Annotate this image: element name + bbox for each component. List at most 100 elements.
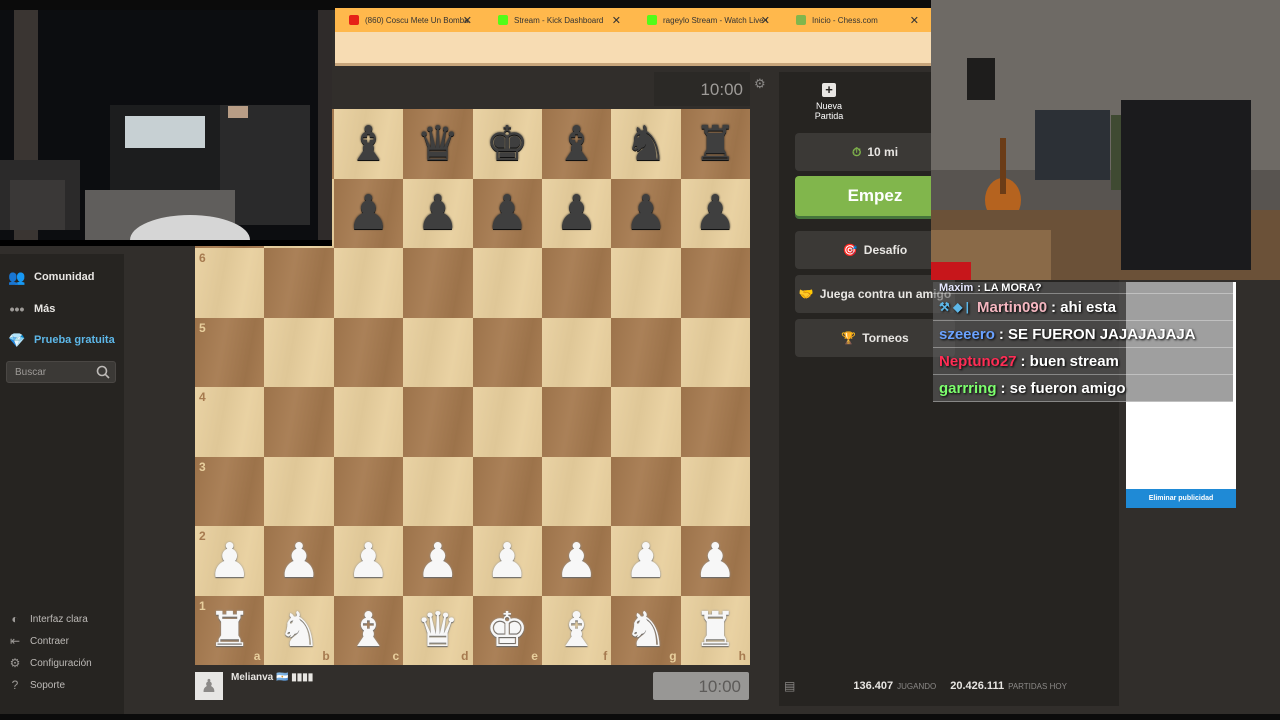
board-square[interactable] — [680, 248, 750, 318]
board-square[interactable] — [264, 387, 334, 457]
board-square[interactable] — [680, 387, 750, 457]
board-square[interactable] — [264, 317, 334, 387]
board-square[interactable]: ♟ — [472, 526, 542, 596]
black-pawn-icon[interactable]: ♟ — [555, 189, 598, 237]
white-rook-icon[interactable]: ♜ — [694, 606, 737, 654]
board-square[interactable]: 6 — [195, 248, 265, 318]
board-square[interactable]: d ♛ — [403, 595, 473, 665]
close-tab-icon[interactable]: ✕ — [463, 14, 472, 27]
board-square[interactable]: ♟ — [333, 526, 404, 596]
white-bishop-icon[interactable]: ♝ — [555, 606, 598, 654]
board-square[interactable] — [403, 248, 473, 318]
board-square[interactable]: ♟ — [541, 526, 612, 596]
white-pawn-icon[interactable]: ♟ — [416, 537, 459, 585]
board-square[interactable]: ♟ — [611, 526, 681, 596]
board-square[interactable]: b ♞ — [264, 595, 334, 665]
board-square[interactable] — [264, 248, 334, 318]
black-pawn-icon[interactable]: ♟ — [624, 189, 667, 237]
light-theme-button[interactable]: ◐ Interfaz clara — [8, 612, 87, 626]
board-square[interactable]: c ♝ — [333, 595, 404, 665]
board-square[interactable] — [403, 317, 473, 387]
black-pawn-icon[interactable]: ♟ — [416, 189, 459, 237]
board-square[interactable]: 4 — [195, 387, 265, 457]
board-square[interactable]: ♜ — [680, 109, 750, 179]
black-queen-icon[interactable]: ♛ — [416, 120, 459, 168]
chat-username[interactable]: Maxim — [939, 282, 973, 293]
board-square[interactable]: ♝ — [333, 109, 404, 179]
browser-tab[interactable]: Inicio - Chess.com ✕ — [782, 8, 931, 32]
chat-username[interactable]: Neptuno27 — [939, 353, 1017, 370]
board-square[interactable] — [611, 456, 681, 526]
board-square[interactable]: ♚ — [472, 109, 542, 179]
board-square[interactable]: 1 a ♜ — [195, 595, 265, 665]
sidebar-item-more[interactable]: ••• Más — [8, 300, 56, 318]
tournaments-button[interactable]: 🏆 Torneos — [795, 319, 955, 357]
board-square[interactable]: 5 — [195, 317, 265, 387]
board-square[interactable] — [333, 387, 404, 457]
board-square[interactable]: ♛ — [403, 109, 473, 179]
search-input[interactable]: Buscar — [6, 361, 116, 383]
board-square[interactable]: ♟ — [403, 526, 473, 596]
black-bishop-icon[interactable]: ♝ — [347, 120, 390, 168]
board-square[interactable]: f ♝ — [541, 595, 612, 665]
black-pawn-icon[interactable]: ♟ — [347, 189, 390, 237]
chat-icon[interactable]: ▤ — [784, 679, 795, 693]
support-button[interactable]: ? Soporte — [8, 678, 65, 692]
board-square[interactable] — [611, 387, 681, 457]
board-square[interactable]: g ♞ — [611, 595, 681, 665]
board-square[interactable]: ♟ — [680, 178, 750, 248]
board-square[interactable]: ♟ — [472, 178, 542, 248]
chat-username[interactable]: Martin090 — [977, 299, 1047, 316]
board-settings-icon[interactable]: ⚙ — [754, 76, 766, 92]
board-square[interactable]: ♝ — [541, 109, 612, 179]
board-square[interactable] — [264, 456, 334, 526]
board-square[interactable] — [472, 248, 542, 318]
avatar[interactable]: ♟ — [195, 672, 223, 700]
play-friend-button[interactable]: 🤝 Juega contra un amigo — [795, 275, 955, 313]
black-knight-icon[interactable]: ♞ — [624, 120, 667, 168]
board-square[interactable] — [403, 456, 473, 526]
player-name[interactable]: Melianva 🇦🇷 ▮▮▮▮ — [231, 672, 313, 683]
board-square[interactable]: ♟ — [403, 178, 473, 248]
black-rook-icon[interactable]: ♜ — [694, 120, 737, 168]
board-square[interactable]: ♞ — [611, 109, 681, 179]
white-pawn-icon[interactable]: ♟ — [347, 537, 390, 585]
black-king-icon[interactable]: ♚ — [486, 120, 529, 168]
close-tab-icon[interactable]: ✕ — [612, 14, 621, 27]
board-square[interactable]: e ♚ — [472, 595, 542, 665]
board-square[interactable] — [541, 456, 612, 526]
white-knight-icon[interactable]: ♞ — [624, 606, 667, 654]
white-pawn-icon[interactable]: ♟ — [278, 537, 321, 585]
board-square[interactable] — [472, 317, 542, 387]
white-king-icon[interactable]: ♚ — [486, 606, 529, 654]
browser-tab[interactable]: Stream - Kick Dashboard ✕ — [484, 8, 633, 32]
sidebar-item-community[interactable]: 👥 Comunidad — [8, 268, 94, 286]
collapse-button[interactable]: ⇤ Contraer — [8, 634, 69, 648]
white-pawn-icon[interactable]: ♟ — [555, 537, 598, 585]
white-pawn-icon[interactable]: ♟ — [694, 537, 737, 585]
chat-username[interactable]: garrring — [939, 380, 997, 397]
black-pawn-icon[interactable]: ♟ — [486, 189, 529, 237]
browser-tab[interactable]: rageylo Stream - Watch Live on Kick✕ — [633, 8, 782, 32]
white-bishop-icon[interactable]: ♝ — [347, 606, 390, 654]
board-square[interactable]: ♟ — [264, 526, 334, 596]
board-square[interactable] — [611, 248, 681, 318]
white-queen-icon[interactable]: ♛ — [416, 606, 459, 654]
board-square[interactable] — [541, 248, 612, 318]
board-square[interactable]: ♟ — [541, 178, 612, 248]
board-square[interactable] — [333, 456, 404, 526]
board-square[interactable] — [541, 387, 612, 457]
white-pawn-icon[interactable]: ♟ — [486, 537, 529, 585]
board-square[interactable] — [333, 248, 404, 318]
board-square[interactable] — [541, 317, 612, 387]
board-square[interactable] — [403, 387, 473, 457]
board-square[interactable] — [680, 317, 750, 387]
board-square[interactable]: 3 — [195, 456, 265, 526]
board-square[interactable]: ♟ — [680, 526, 750, 596]
board-square[interactable] — [680, 456, 750, 526]
white-knight-icon[interactable]: ♞ — [278, 606, 321, 654]
board-square[interactable]: ♟ — [611, 178, 681, 248]
black-bishop-icon[interactable]: ♝ — [555, 120, 598, 168]
board-square[interactable] — [472, 456, 542, 526]
board-square[interactable]: 2 ♟ — [195, 526, 265, 596]
